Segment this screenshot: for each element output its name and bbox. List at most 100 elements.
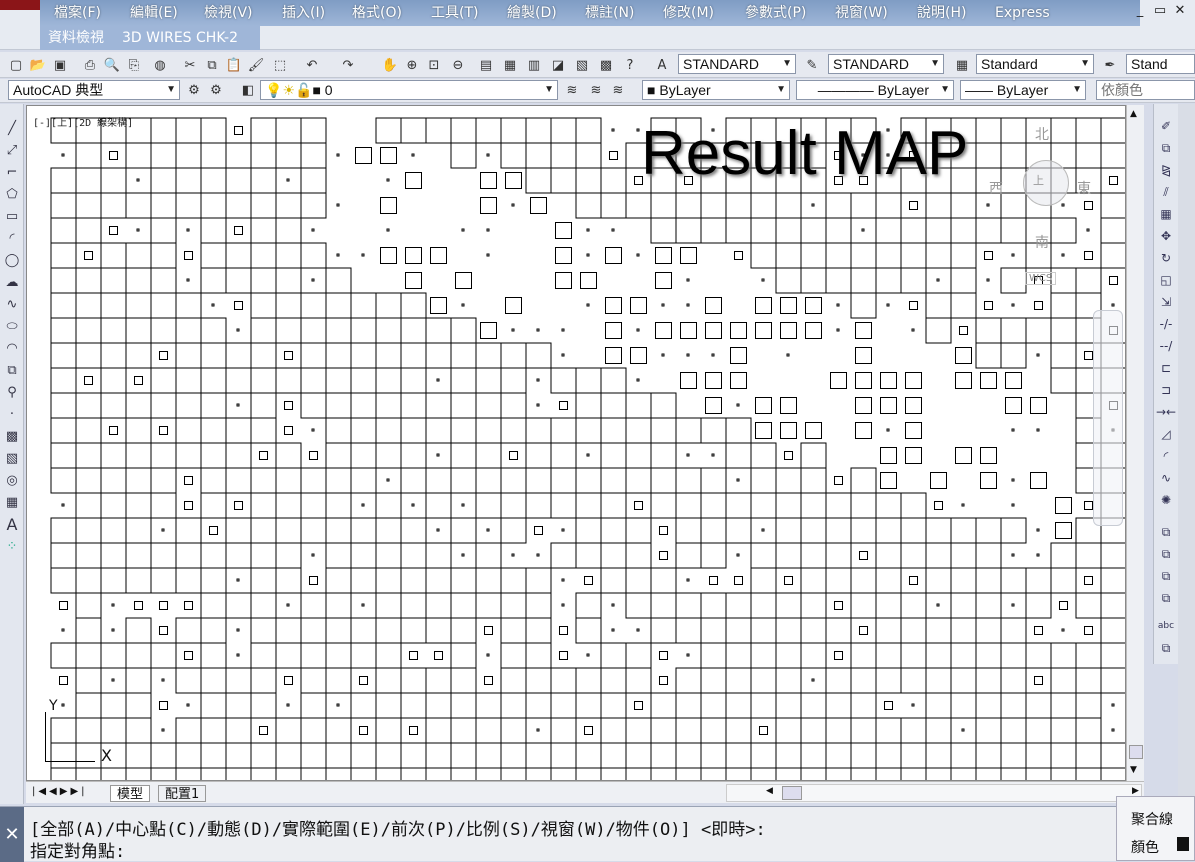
grid-cell[interactable] bbox=[200, 442, 227, 469]
grid-cell[interactable] bbox=[975, 567, 1002, 594]
grid-cell[interactable] bbox=[486, 253, 490, 257]
vertical-scrollbar[interactable]: ▲ ▼ bbox=[1126, 105, 1144, 781]
grid-cell[interactable] bbox=[600, 742, 627, 769]
grid-cell[interactable] bbox=[225, 367, 252, 394]
grid-cell[interactable] bbox=[150, 217, 177, 244]
grid-cell[interactable] bbox=[950, 767, 977, 781]
grid-cell[interactable] bbox=[525, 667, 552, 694]
grid-cell[interactable] bbox=[259, 451, 268, 460]
grid-cell[interactable] bbox=[225, 342, 252, 369]
grid-cell[interactable] bbox=[425, 492, 452, 519]
grid-cell[interactable] bbox=[361, 503, 365, 507]
ellipse-arc-icon[interactable]: ◠ bbox=[2, 338, 22, 358]
grid-cell[interactable] bbox=[450, 517, 477, 544]
grid-cell[interactable] bbox=[250, 117, 277, 144]
grid-cell[interactable] bbox=[775, 617, 802, 644]
grid-cell[interactable] bbox=[75, 542, 102, 569]
grid-cell[interactable] bbox=[650, 592, 677, 619]
grid-cell[interactable] bbox=[634, 701, 643, 710]
grid-cell[interactable] bbox=[375, 567, 402, 594]
grid-cell[interactable] bbox=[150, 567, 177, 594]
grid-cell[interactable] bbox=[1050, 367, 1077, 394]
grid-cell[interactable] bbox=[975, 592, 1002, 619]
grid-cell[interactable] bbox=[775, 667, 802, 694]
grid-cell[interactable] bbox=[800, 642, 827, 669]
grid-cell[interactable] bbox=[150, 242, 177, 269]
tab-layout1[interactable]: 配置1 bbox=[158, 785, 207, 802]
grid-cell[interactable] bbox=[484, 676, 493, 685]
grid-cell[interactable] bbox=[950, 667, 977, 694]
grid-cell[interactable] bbox=[200, 192, 227, 219]
grid-cell[interactable] bbox=[875, 567, 902, 594]
grid-cell[interactable] bbox=[525, 742, 552, 769]
grid-cell[interactable] bbox=[300, 342, 327, 369]
grid-cell[interactable] bbox=[700, 692, 727, 719]
grid-cell[interactable] bbox=[875, 542, 902, 569]
grid-cell[interactable] bbox=[855, 422, 872, 439]
grid-cell[interactable] bbox=[875, 242, 902, 269]
grid-cell[interactable] bbox=[555, 222, 572, 239]
grid-cell[interactable] bbox=[275, 242, 302, 269]
grid-cell[interactable] bbox=[150, 542, 177, 569]
grid-cell[interactable] bbox=[236, 653, 240, 657]
grid-cell[interactable] bbox=[405, 272, 422, 289]
grid-cell[interactable] bbox=[450, 317, 477, 344]
grid-cell[interactable] bbox=[975, 742, 1002, 769]
grid-cell[interactable] bbox=[425, 767, 452, 781]
text-style-icon[interactable]: A bbox=[652, 55, 672, 75]
grid-cell[interactable] bbox=[950, 267, 977, 294]
grid-cell[interactable] bbox=[980, 447, 997, 464]
grid-cell[interactable] bbox=[225, 767, 252, 781]
grid-cell[interactable] bbox=[275, 717, 302, 744]
grid-cell[interactable] bbox=[625, 442, 652, 469]
grid-cell[interactable] bbox=[175, 367, 202, 394]
grid-cell[interactable] bbox=[950, 567, 977, 594]
grid-cell[interactable] bbox=[675, 217, 702, 244]
grid-cell[interactable] bbox=[1036, 528, 1040, 532]
grid-cell[interactable] bbox=[1109, 276, 1118, 285]
grid-cell[interactable] bbox=[1059, 601, 1068, 610]
grid-cell[interactable] bbox=[675, 592, 702, 619]
grid-cell[interactable] bbox=[250, 542, 277, 569]
grid-cell[interactable] bbox=[486, 653, 490, 657]
grid-cell[interactable] bbox=[1000, 342, 1027, 369]
grid-cell[interactable] bbox=[450, 367, 477, 394]
grid-cell[interactable] bbox=[700, 217, 727, 244]
grid-cell[interactable] bbox=[100, 442, 127, 469]
grid-cell[interactable] bbox=[234, 501, 243, 510]
grid-cell[interactable] bbox=[125, 767, 152, 781]
grid-cell[interactable] bbox=[225, 442, 252, 469]
grid-cell[interactable] bbox=[686, 653, 690, 657]
grid-cell[interactable] bbox=[311, 428, 315, 432]
design-center-icon[interactable]: ▦ bbox=[500, 55, 520, 75]
grid-cell[interactable] bbox=[880, 472, 897, 489]
grid-cell[interactable] bbox=[705, 297, 722, 314]
grid-cell[interactable] bbox=[300, 117, 327, 144]
grid-cell[interactable] bbox=[1111, 703, 1115, 707]
grid-cell[interactable] bbox=[761, 528, 765, 532]
menu-item-5[interactable]: 工具(T) bbox=[431, 3, 478, 23]
grid-cell[interactable] bbox=[559, 626, 568, 635]
grid-cell[interactable] bbox=[1050, 542, 1077, 569]
grid-cell[interactable] bbox=[650, 492, 677, 519]
grid-cell[interactable] bbox=[600, 492, 627, 519]
grid-cell[interactable] bbox=[805, 297, 822, 314]
bring-above-icon[interactable]: ⧉ bbox=[1156, 566, 1176, 586]
grid-cell[interactable] bbox=[75, 642, 102, 669]
grid-cell[interactable] bbox=[200, 367, 227, 394]
grid-cell[interactable] bbox=[600, 417, 627, 444]
grid-cell[interactable] bbox=[625, 767, 652, 781]
grid-cell[interactable] bbox=[1100, 567, 1126, 594]
grid-cell[interactable] bbox=[275, 642, 302, 669]
grid-cell[interactable] bbox=[750, 192, 777, 219]
grid-cell[interactable] bbox=[900, 217, 927, 244]
grid-cell[interactable] bbox=[275, 567, 302, 594]
grid-cell[interactable] bbox=[409, 651, 418, 660]
grid-cell[interactable] bbox=[600, 567, 627, 594]
grid-cell[interactable] bbox=[700, 667, 727, 694]
grid-cell[interactable] bbox=[100, 267, 127, 294]
grid-cell[interactable] bbox=[825, 517, 852, 544]
grid-cell[interactable] bbox=[275, 617, 302, 644]
grid-cell[interactable] bbox=[900, 517, 927, 544]
grid-cell[interactable] bbox=[150, 117, 177, 144]
